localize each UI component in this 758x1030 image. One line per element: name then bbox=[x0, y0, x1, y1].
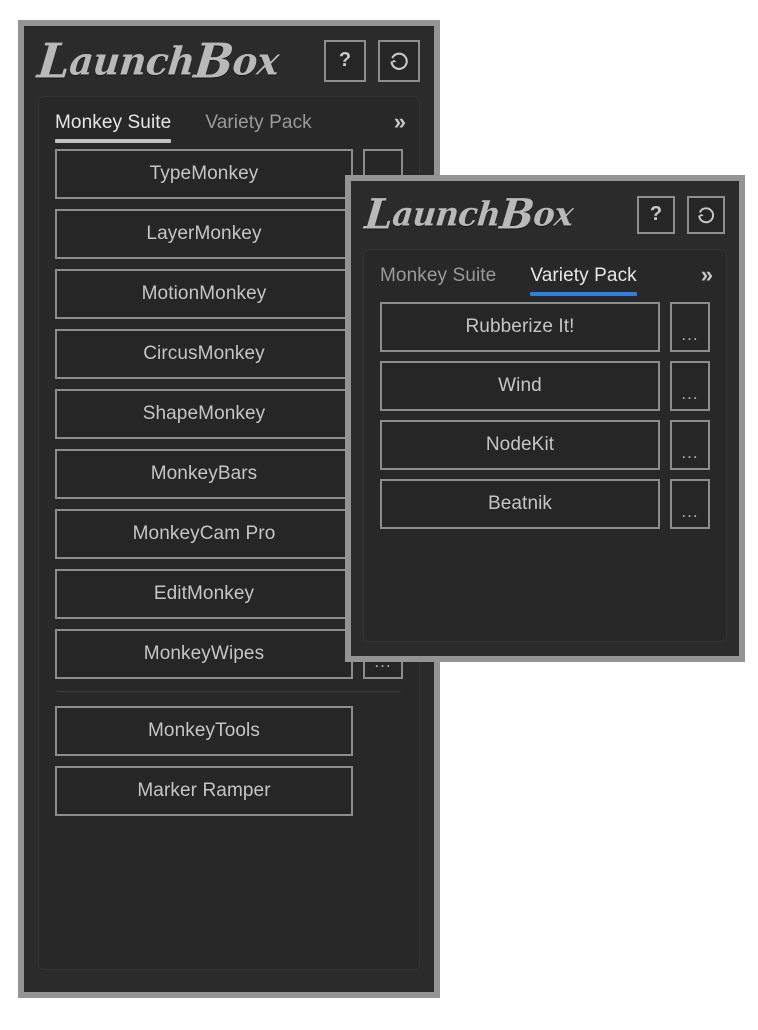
tool-options-button[interactable]: ... bbox=[670, 302, 710, 352]
tool-button[interactable]: Wind bbox=[380, 361, 660, 411]
tool-options-button[interactable]: ... bbox=[670, 479, 710, 529]
tool-options-button[interactable]: ... bbox=[670, 361, 710, 411]
tool-button[interactable]: Rubberize It! bbox=[380, 302, 660, 352]
tab-active-indicator bbox=[530, 292, 637, 296]
refresh-icon bbox=[695, 204, 717, 226]
tool-button[interactable]: Marker Ramper bbox=[55, 766, 353, 816]
tool-list: Rubberize It! ... Wind ... NodeKit ... B… bbox=[364, 296, 726, 529]
tool-button[interactable]: EditMonkey bbox=[55, 569, 353, 619]
refresh-button[interactable] bbox=[378, 40, 420, 82]
options-placeholder bbox=[363, 766, 403, 816]
tab-active-indicator bbox=[380, 292, 496, 296]
tool-options-button[interactable]: ... bbox=[670, 420, 710, 470]
tab-label: Variety Pack bbox=[530, 265, 637, 286]
tool-button[interactable]: NodeKit bbox=[380, 420, 660, 470]
tool-button[interactable]: LayerMonkey bbox=[55, 209, 353, 259]
tool-button[interactable]: CircusMonkey bbox=[55, 329, 353, 379]
tab-variety-pack[interactable]: Variety Pack bbox=[205, 112, 311, 143]
tab-label: Monkey Suite bbox=[380, 265, 497, 286]
list-item: Wind ... bbox=[380, 361, 710, 411]
window-header: LaunchBox ? bbox=[351, 181, 739, 249]
double-chevron-right-icon[interactable]: » bbox=[701, 264, 713, 296]
launchbox-logo: LaunchBox bbox=[35, 32, 282, 90]
window-header: LaunchBox ? bbox=[24, 26, 434, 96]
tab-variety-pack[interactable]: Variety Pack bbox=[530, 265, 637, 296]
tool-button[interactable]: Beatnik bbox=[380, 479, 660, 529]
list-item: Rubberize It! ... bbox=[380, 302, 710, 352]
tool-button[interactable]: MonkeyCam Pro bbox=[55, 509, 353, 559]
options-placeholder bbox=[363, 706, 403, 756]
list-item: Beatnik ... bbox=[380, 479, 710, 529]
question-mark-icon: ? bbox=[338, 49, 352, 71]
window-content: Monkey Suite Variety Pack » Rubberize It… bbox=[363, 249, 727, 642]
list-item: MonkeyTools bbox=[55, 706, 403, 756]
tool-button[interactable]: MonkeyBars bbox=[55, 449, 353, 499]
variety-pack-window: LaunchBox ? Monkey Suite Variety Pack » … bbox=[345, 175, 745, 662]
list-item: Marker Ramper bbox=[55, 766, 403, 816]
tool-button[interactable]: TypeMonkey bbox=[55, 149, 353, 199]
tab-label: Monkey Suite bbox=[55, 112, 172, 133]
tool-button[interactable]: MonkeyTools bbox=[55, 706, 353, 756]
tab-monkey-suite[interactable]: Monkey Suite bbox=[55, 112, 172, 143]
header-button-group: ? bbox=[637, 196, 725, 234]
list-item: NodeKit ... bbox=[380, 420, 710, 470]
tool-button[interactable]: ShapeMonkey bbox=[55, 389, 353, 439]
tool-button[interactable]: MonkeyWipes bbox=[55, 629, 353, 679]
question-mark-icon: ? bbox=[649, 203, 663, 225]
tab-label: Variety Pack bbox=[205, 112, 312, 133]
tab-monkey-suite[interactable]: Monkey Suite bbox=[380, 265, 496, 296]
tab-bar: Monkey Suite Variety Pack » bbox=[39, 97, 419, 143]
tool-button[interactable]: MotionMonkey bbox=[55, 269, 353, 319]
tab-bar: Monkey Suite Variety Pack » bbox=[364, 250, 726, 296]
help-button[interactable]: ? bbox=[324, 40, 366, 82]
tab-active-indicator bbox=[55, 139, 172, 143]
double-chevron-right-icon[interactable]: » bbox=[394, 111, 406, 143]
tab-active-indicator bbox=[205, 139, 311, 143]
refresh-icon bbox=[387, 49, 411, 73]
section-divider bbox=[57, 691, 401, 692]
header-button-group: ? bbox=[324, 40, 420, 82]
launchbox-logo: LaunchBox bbox=[362, 190, 576, 239]
help-button[interactable]: ? bbox=[637, 196, 675, 234]
refresh-button[interactable] bbox=[687, 196, 725, 234]
